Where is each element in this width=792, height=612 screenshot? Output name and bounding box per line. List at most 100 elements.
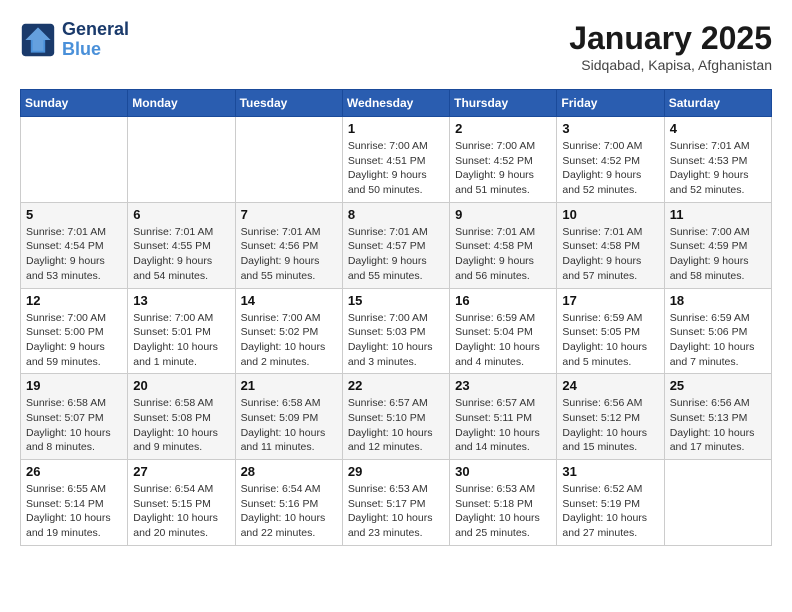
day-number: 23: [455, 378, 551, 393]
day-info: Sunrise: 6:56 AM Sunset: 5:13 PM Dayligh…: [670, 396, 766, 455]
day-number: 29: [348, 464, 444, 479]
day-info: Sunrise: 7:00 AM Sunset: 5:02 PM Dayligh…: [241, 311, 337, 370]
calendar-cell: 17 Sunrise: 6:59 AM Sunset: 5:05 PM Dayli…: [557, 288, 664, 374]
day-number: 25: [670, 378, 766, 393]
day-number: 14: [241, 293, 337, 308]
logo-icon: [20, 22, 56, 58]
calendar-week-row: 19 Sunrise: 6:58 AM Sunset: 5:07 PM Dayli…: [21, 374, 772, 460]
calendar-cell: 30Sunrise: 6:53 AM Sunset: 5:18 PM Dayli…: [450, 460, 557, 546]
day-info: Sunrise: 7:01 AM Sunset: 4:58 PM Dayligh…: [562, 225, 658, 284]
day-info: Sunrise: 7:00 AM Sunset: 4:59 PM Dayligh…: [670, 225, 766, 284]
calendar-table: SundayMondayTuesdayWednesdayThursdayFrid…: [20, 89, 772, 546]
day-number: 5: [26, 207, 122, 222]
weekday-header-row: SundayMondayTuesdayWednesdayThursdayFrid…: [21, 90, 772, 117]
day-number: 18: [670, 293, 766, 308]
calendar-cell: 18 Sunrise: 6:59 AM Sunset: 5:06 PM Dayli…: [664, 288, 771, 374]
day-number: 17: [562, 293, 658, 308]
calendar-cell: 1Sunrise: 7:00 AM Sunset: 4:51 PM Daylig…: [342, 117, 449, 203]
day-number: 12: [26, 293, 122, 308]
day-number: 20: [133, 378, 229, 393]
logo: General Blue: [20, 20, 129, 60]
day-info: Sunrise: 6:58 AM Sunset: 5:08 PM Dayligh…: [133, 396, 229, 455]
calendar-cell: 27 Sunrise: 6:54 AM Sunset: 5:15 PM Dayli…: [128, 460, 235, 546]
weekday-header-monday: Monday: [128, 90, 235, 117]
calendar-cell: 13 Sunrise: 7:00 AM Sunset: 5:01 PM Dayli…: [128, 288, 235, 374]
day-info: Sunrise: 7:01 AM Sunset: 4:58 PM Dayligh…: [455, 225, 551, 284]
location: Sidqabad, Kapisa, Afghanistan: [569, 57, 772, 73]
calendar-cell: 21Sunrise: 6:58 AM Sunset: 5:09 PM Dayli…: [235, 374, 342, 460]
day-info: Sunrise: 7:01 AM Sunset: 4:56 PM Dayligh…: [241, 225, 337, 284]
day-info: Sunrise: 7:00 AM Sunset: 5:00 PM Dayligh…: [26, 311, 122, 370]
calendar-week-row: 12 Sunrise: 7:00 AM Sunset: 5:00 PM Dayli…: [21, 288, 772, 374]
day-number: 13: [133, 293, 229, 308]
calendar-cell: [21, 117, 128, 203]
day-info: Sunrise: 7:01 AM Sunset: 4:55 PM Dayligh…: [133, 225, 229, 284]
day-number: 27: [133, 464, 229, 479]
calendar-week-row: 5 Sunrise: 7:01 AM Sunset: 4:54 PM Daylig…: [21, 202, 772, 288]
calendar-cell: 11Sunrise: 7:00 AM Sunset: 4:59 PM Dayli…: [664, 202, 771, 288]
day-number: 31: [562, 464, 658, 479]
day-number: 10: [562, 207, 658, 222]
calendar-cell: 24Sunrise: 6:56 AM Sunset: 5:12 PM Dayli…: [557, 374, 664, 460]
day-info: Sunrise: 6:59 AM Sunset: 5:04 PM Dayligh…: [455, 311, 551, 370]
calendar-cell: 14 Sunrise: 7:00 AM Sunset: 5:02 PM Dayli…: [235, 288, 342, 374]
day-number: 26: [26, 464, 122, 479]
day-info: Sunrise: 7:00 AM Sunset: 4:52 PM Dayligh…: [562, 139, 658, 198]
calendar-cell: 2Sunrise: 7:00 AM Sunset: 4:52 PM Daylig…: [450, 117, 557, 203]
weekday-header-wednesday: Wednesday: [342, 90, 449, 117]
day-info: Sunrise: 7:00 AM Sunset: 4:51 PM Dayligh…: [348, 139, 444, 198]
month-title: January 2025: [569, 20, 772, 57]
day-info: Sunrise: 6:57 AM Sunset: 5:10 PM Dayligh…: [348, 396, 444, 455]
calendar-cell: 22 Sunrise: 6:57 AM Sunset: 5:10 PM Dayli…: [342, 374, 449, 460]
day-number: 22: [348, 378, 444, 393]
calendar-cell: 28 Sunrise: 6:54 AM Sunset: 5:16 PM Dayli…: [235, 460, 342, 546]
day-info: Sunrise: 6:57 AM Sunset: 5:11 PM Dayligh…: [455, 396, 551, 455]
day-info: Sunrise: 6:55 AM Sunset: 5:14 PM Dayligh…: [26, 482, 122, 541]
calendar-cell: 29Sunrise: 6:53 AM Sunset: 5:17 PM Dayli…: [342, 460, 449, 546]
weekday-header-tuesday: Tuesday: [235, 90, 342, 117]
day-number: 28: [241, 464, 337, 479]
day-info: Sunrise: 6:59 AM Sunset: 5:05 PM Dayligh…: [562, 311, 658, 370]
day-number: 3: [562, 121, 658, 136]
logo-text: General Blue: [62, 20, 129, 60]
day-info: Sunrise: 6:58 AM Sunset: 5:09 PM Dayligh…: [241, 396, 337, 455]
day-info: Sunrise: 7:00 AM Sunset: 5:01 PM Dayligh…: [133, 311, 229, 370]
calendar-cell: [235, 117, 342, 203]
day-info: Sunrise: 7:01 AM Sunset: 4:53 PM Dayligh…: [670, 139, 766, 198]
calendar-cell: 3 Sunrise: 7:00 AM Sunset: 4:52 PM Daylig…: [557, 117, 664, 203]
weekday-header-saturday: Saturday: [664, 90, 771, 117]
weekday-header-thursday: Thursday: [450, 90, 557, 117]
calendar-cell: 12 Sunrise: 7:00 AM Sunset: 5:00 PM Dayli…: [21, 288, 128, 374]
calendar-cell: 5 Sunrise: 7:01 AM Sunset: 4:54 PM Daylig…: [21, 202, 128, 288]
day-number: 6: [133, 207, 229, 222]
calendar-cell: 16Sunrise: 6:59 AM Sunset: 5:04 PM Dayli…: [450, 288, 557, 374]
day-number: 15: [348, 293, 444, 308]
calendar-week-row: 26 Sunrise: 6:55 AM Sunset: 5:14 PM Dayli…: [21, 460, 772, 546]
day-info: Sunrise: 6:54 AM Sunset: 5:15 PM Dayligh…: [133, 482, 229, 541]
day-info: Sunrise: 6:54 AM Sunset: 5:16 PM Dayligh…: [241, 482, 337, 541]
weekday-header-sunday: Sunday: [21, 90, 128, 117]
day-info: Sunrise: 6:58 AM Sunset: 5:07 PM Dayligh…: [26, 396, 122, 455]
calendar-cell: 23 Sunrise: 6:57 AM Sunset: 5:11 PM Dayli…: [450, 374, 557, 460]
day-info: Sunrise: 7:00 AM Sunset: 5:03 PM Dayligh…: [348, 311, 444, 370]
page-header: General Blue January 2025 Sidqabad, Kapi…: [20, 20, 772, 73]
day-number: 19: [26, 378, 122, 393]
calendar-cell: [664, 460, 771, 546]
day-info: Sunrise: 7:01 AM Sunset: 4:54 PM Dayligh…: [26, 225, 122, 284]
calendar-cell: 10 Sunrise: 7:01 AM Sunset: 4:58 PM Dayli…: [557, 202, 664, 288]
calendar-cell: 20 Sunrise: 6:58 AM Sunset: 5:08 PM Dayli…: [128, 374, 235, 460]
calendar-week-row: 1Sunrise: 7:00 AM Sunset: 4:51 PM Daylig…: [21, 117, 772, 203]
day-number: 8: [348, 207, 444, 222]
day-info: Sunrise: 6:53 AM Sunset: 5:18 PM Dayligh…: [455, 482, 551, 541]
day-info: Sunrise: 6:52 AM Sunset: 5:19 PM Dayligh…: [562, 482, 658, 541]
calendar-cell: 9 Sunrise: 7:01 AM Sunset: 4:58 PM Daylig…: [450, 202, 557, 288]
day-info: Sunrise: 7:00 AM Sunset: 4:52 PM Dayligh…: [455, 139, 551, 198]
day-number: 7: [241, 207, 337, 222]
calendar-cell: [128, 117, 235, 203]
calendar-cell: 7 Sunrise: 7:01 AM Sunset: 4:56 PM Daylig…: [235, 202, 342, 288]
day-number: 24: [562, 378, 658, 393]
calendar-cell: 25 Sunrise: 6:56 AM Sunset: 5:13 PM Dayli…: [664, 374, 771, 460]
day-info: Sunrise: 6:59 AM Sunset: 5:06 PM Dayligh…: [670, 311, 766, 370]
calendar-cell: 19 Sunrise: 6:58 AM Sunset: 5:07 PM Dayli…: [21, 374, 128, 460]
day-number: 9: [455, 207, 551, 222]
